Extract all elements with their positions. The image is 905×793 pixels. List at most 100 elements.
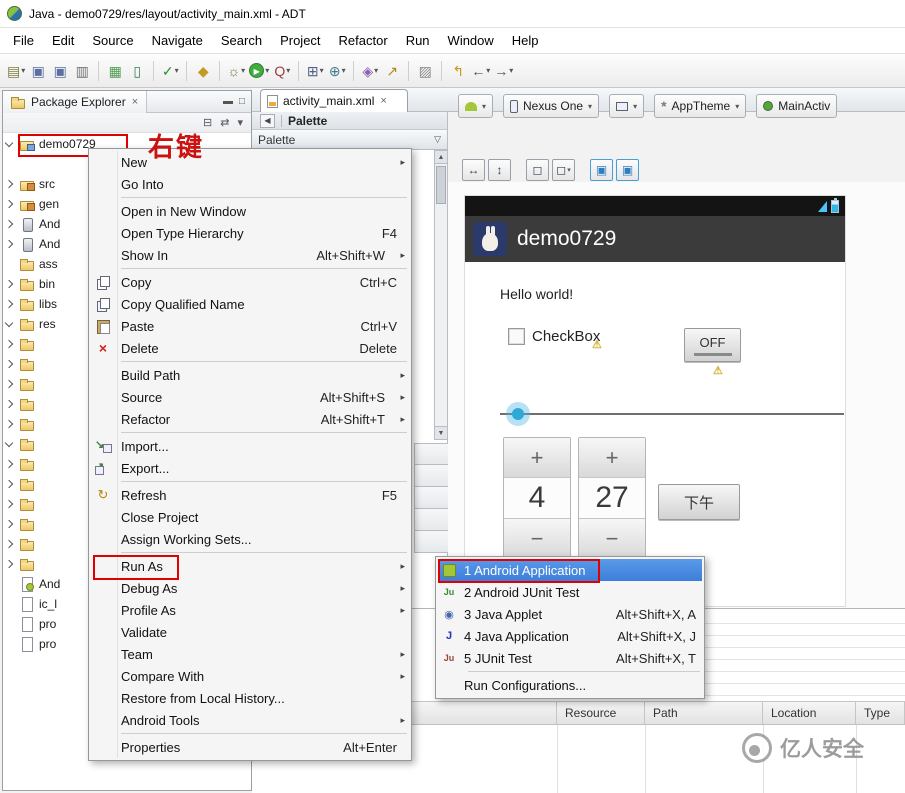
menu-item-paste[interactable]: Paste Ctrl+V ▸ [91,315,409,337]
print-button[interactable]: ▥ ▾ [71,59,93,83]
menu-bar-item[interactable]: Refactor [330,29,397,52]
run-button[interactable]: ▶ ▾ [247,59,271,83]
maximize-icon[interactable]: □ [239,96,245,107]
scroll-down-icon[interactable]: ▼ [435,426,447,439]
textview-hello-world[interactable]: Hello world! [500,286,573,302]
seekbar-thumb[interactable] [506,402,530,426]
palette-scrollbar[interactable]: ▲ ▼ [434,150,448,440]
tree-chevron-icon[interactable] [3,461,15,467]
column-header[interactable]: Resource [557,702,645,724]
menu-item-run-as[interactable]: Run As ▸ [91,555,409,577]
open-type-button[interactable]: ◈ ▾ [359,59,381,83]
column-header[interactable]: Path [645,702,763,724]
checkbox-label[interactable]: CheckBox [532,328,600,345]
external-tools-button[interactable]: Q ▾ [271,59,293,83]
save-button[interactable]: ▣ ▾ [27,59,49,83]
scrollbar-thumb[interactable] [436,166,446,204]
picker-decrement-button[interactable]: − [504,518,570,558]
menu-item-team[interactable]: Team ▸ [91,643,409,665]
collapse-palette-icon[interactable]: ◀ [260,114,275,128]
close-icon[interactable]: × [131,96,139,108]
menu-item-copy[interactable]: Copy Ctrl+C ▸ [91,271,409,293]
link-with-editor-icon[interactable]: ⇄ [220,116,229,129]
sdk-manager-button[interactable]: ▦ ▾ [104,59,126,83]
menu-item-open-in-new-window[interactable]: Open in New Window ▸ [91,200,409,222]
submenu-item-java-application[interactable]: 4 Java Application Alt+Shift+X, J [438,625,702,647]
orientation-dropdown[interactable]: ▾ [609,94,644,118]
tree-chevron-icon[interactable] [3,361,15,367]
new-wizard-button[interactable]: ▤ ▾ [5,59,27,83]
menu-item-refactor[interactable]: Refactor Alt+Shift+T ▸ [91,408,409,430]
debug-button[interactable]: ☼ ▾ [225,59,247,83]
menu-bar-item[interactable]: Source [83,29,142,52]
tree-chevron-icon[interactable] [3,201,15,207]
seekbar-track[interactable] [500,413,844,415]
menu-item-debug-as[interactable]: Debug As ▸ [91,577,409,599]
save-all-button[interactable]: ▣ ▾ [49,59,71,83]
menu-bar-item[interactable]: Edit [43,29,83,52]
junit-button[interactable]: ◆ ▾ [192,59,214,83]
tree-chevron-icon[interactable] [3,181,15,187]
menu-bar-item[interactable]: Navigate [143,29,212,52]
toggle-button-off[interactable]: OFF [684,328,741,362]
device-dropdown[interactable]: Nexus One ▾ [503,94,599,118]
tree-chevron-icon[interactable] [3,421,15,427]
config-dropdown[interactable]: ▾ [458,94,493,118]
toggle-fill-width-button[interactable]: ↔ ▾ [462,159,485,181]
menu-item-restore-from-local-history[interactable]: Restore from Local History... ▸ [91,687,409,709]
minimize-icon[interactable]: ▬ [223,96,233,107]
menu-item-assign-working-sets[interactable]: Assign Working Sets... ▸ [91,528,409,550]
tree-chevron-icon[interactable] [3,481,15,487]
tree-chevron-icon[interactable] [3,561,15,567]
picker-decrement-button[interactable]: − [579,518,645,558]
column-header[interactable]: Type [856,702,905,724]
tree-chevron-icon[interactable] [3,322,15,326]
activity-dropdown[interactable]: MainActiv [756,94,837,118]
palette-drawer-header[interactable]: Palette ▽ [252,130,448,150]
open-perspective-button[interactable]: ⊕ ▾ [326,59,348,83]
menu-item-build-path[interactable]: Build Path ▸ [91,364,409,386]
submenu-item-android-junit-test[interactable]: 2 Android JUnit Test [438,581,702,603]
menu-item-new[interactable]: New ▸ [91,151,409,173]
submenu-item-android-application[interactable]: 1 Android Application [438,559,702,581]
menu-item-open-type-hierarchy[interactable]: Open Type Hierarchy F4 ▸ [91,222,409,244]
picker-increment-button[interactable]: + [579,438,645,478]
last-edit-location-button[interactable]: ↰ ▾ [447,59,469,83]
back-button[interactable]: ← ▾ [469,59,492,83]
menu-bar-item[interactable]: Search [212,29,271,52]
menu-item-export[interactable]: Export... ▸ [91,457,409,479]
zoom-fit-button[interactable]: ▣ ▾ [590,159,613,181]
menu-item-compare-with[interactable]: Compare With ▸ [91,665,409,687]
menu-item-validate[interactable]: Validate ▸ [91,621,409,643]
menu-item-properties[interactable]: Properties Alt+Enter ▸ [91,736,409,758]
snap-options-button[interactable]: ◻ ▾ [552,159,575,181]
package-explorer-tab[interactable]: Package Explorer × [3,91,147,113]
view-menu-icon[interactable]: ▾ [237,116,243,129]
menu-item-profile-as[interactable]: Profile As ▸ [91,599,409,621]
menu-item-delete[interactable]: Delete Delete ▸ [91,337,409,359]
menu-item-source[interactable]: Source Alt+Shift+S ▸ [91,386,409,408]
menu-bar-item[interactable]: Help [503,29,548,52]
menu-bar-item[interactable]: Project [271,29,329,52]
tree-chevron-icon[interactable] [3,541,15,547]
checkbox-widget[interactable] [508,328,525,345]
ampm-button[interactable]: 下午 [658,484,740,520]
zoom-real-button[interactable]: ▣ ▾ [616,159,639,181]
menu-item-android-tools[interactable]: Android Tools ▸ [91,709,409,731]
submenu-item-junit-test[interactable]: 5 JUnit Test Alt+Shift+X, T [438,647,702,669]
picker-increment-button[interactable]: + [504,438,570,478]
scroll-up-icon[interactable]: ▲ [435,151,447,164]
toggle-fill-height-button[interactable]: ↕ ▾ [488,159,511,181]
collapse-all-icon[interactable]: ⊟ [203,116,212,129]
tree-chevron-icon[interactable] [3,142,15,146]
mark-occurrences-button[interactable]: ▨ ▾ [414,59,436,83]
column-header[interactable]: Location [763,702,856,724]
tree-chevron-icon[interactable] [3,521,15,527]
format-button[interactable]: ↗ ▾ [381,59,403,83]
tree-chevron-icon[interactable] [3,241,15,247]
picker-value[interactable]: 27 [579,478,645,518]
verify-button[interactable]: ✓ ▾ [159,59,181,83]
menu-item-go-into[interactable]: Go Into ▸ [91,173,409,195]
menu-bar-item[interactable]: File [4,29,43,52]
tab-activity-main-xml[interactable]: activity_main.xml × [260,89,408,112]
